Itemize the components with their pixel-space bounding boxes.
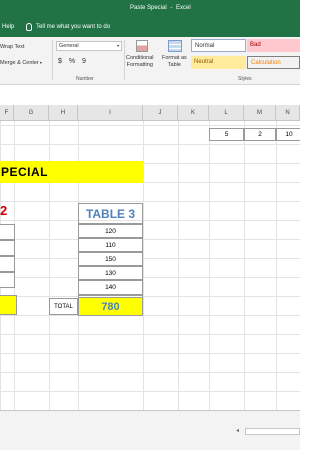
table2-cell[interactable] xyxy=(0,224,15,240)
conditional-formatting-icon[interactable] xyxy=(136,40,148,52)
wrap-text-button[interactable]: Wrap Text xyxy=(0,44,25,50)
table2-cell[interactable] xyxy=(0,272,15,288)
total-label-cell[interactable]: TOTAL xyxy=(49,298,78,315)
total-value-cell[interactable]: 780 xyxy=(78,297,143,316)
app-name: Excel xyxy=(176,5,191,11)
style-neutral[interactable]: Neutral xyxy=(191,56,246,69)
window-title: Paste Special - Excel xyxy=(130,5,191,11)
conditional-formatting-button[interactable]: Conditional Formatting xyxy=(126,55,154,69)
scroll-left-icon[interactable]: ◂ xyxy=(236,427,239,434)
menu-bar: Help Tell me what you want to do xyxy=(0,19,300,37)
column-header[interactable]: K xyxy=(178,105,209,121)
lightbulb-icon xyxy=(26,23,32,31)
table3-cell[interactable]: 140 xyxy=(78,280,143,295)
percent-button[interactable]: % xyxy=(69,58,75,65)
format-as-table-icon[interactable] xyxy=(168,40,182,52)
excel-window: Paste Special - Excel Help Tell me what … xyxy=(0,0,300,450)
tell-me-search[interactable]: Tell me what you want to do xyxy=(26,23,110,31)
style-normal[interactable]: Normal xyxy=(191,39,246,52)
title-bar: Paste Special - Excel xyxy=(0,0,300,19)
ribbon: Wrap Text Merge & Center▾ General ▾ $ % … xyxy=(0,37,300,85)
table3-cell[interactable]: 110 xyxy=(78,238,143,252)
fat-label-line2: Table xyxy=(167,62,181,68)
fat-label-line1: Format as xyxy=(162,55,187,61)
special-title-cell[interactable]: PECIAL xyxy=(0,161,143,183)
currency-button[interactable]: $ xyxy=(58,58,62,65)
number-format-value: General xyxy=(59,43,79,49)
column-header[interactable]: F xyxy=(0,105,14,121)
styles-group-label: Styles xyxy=(238,76,252,82)
cell-m[interactable]: 2 xyxy=(244,128,276,141)
gridline xyxy=(244,121,245,410)
column-headers: F G H I J K L M N xyxy=(0,105,300,121)
number-format-dropdown[interactable]: General ▾ xyxy=(56,41,122,51)
comma-button[interactable]: 9 xyxy=(82,58,86,65)
group-divider xyxy=(124,40,125,80)
worksheet-grid[interactable]: 5 2 10 PECIAL 2 TABLE 3 120 110 150 130 … xyxy=(0,121,300,410)
format-as-table-button[interactable]: Format as Table xyxy=(162,55,187,69)
gridline xyxy=(178,121,179,410)
chevron-down-icon: ▾ xyxy=(39,60,42,65)
special-title: PECIAL xyxy=(1,165,49,179)
group-divider xyxy=(52,40,53,80)
table2-total-cell[interactable] xyxy=(0,295,17,315)
cell-l[interactable]: 5 xyxy=(209,128,244,141)
column-header[interactable]: M xyxy=(244,105,276,121)
column-header[interactable]: N xyxy=(276,105,300,121)
table3-heading[interactable]: TABLE 3 xyxy=(78,203,143,224)
gridline xyxy=(276,121,277,410)
column-header[interactable]: I xyxy=(78,105,143,121)
sheet-tabs-bar: ◂ xyxy=(0,410,300,450)
table3-cell[interactable]: 130 xyxy=(78,266,143,280)
column-header[interactable]: L xyxy=(209,105,244,121)
cf-label-line2: Formatting xyxy=(126,62,153,68)
column-header[interactable]: G xyxy=(14,105,49,121)
gridline xyxy=(209,121,210,410)
merge-center-button[interactable]: Merge & Center▾ xyxy=(0,60,42,66)
merge-center-label: Merge & Center xyxy=(0,60,39,66)
horizontal-scrollbar[interactable] xyxy=(245,428,300,435)
cell-n[interactable]: 10 xyxy=(276,128,300,141)
workbook-name: Paste Special xyxy=(130,5,167,11)
column-header[interactable]: H xyxy=(49,105,78,121)
column-header[interactable]: J xyxy=(143,105,178,121)
cf-label-line1: Conditional xyxy=(126,55,154,61)
style-bad[interactable]: Bad xyxy=(247,39,300,52)
style-calculation[interactable]: Calculation xyxy=(247,56,300,69)
tell-me-label: Tell me what you want to do xyxy=(36,24,111,30)
title-separator: - xyxy=(170,5,173,11)
gridline xyxy=(143,121,144,410)
number-group-label: Number xyxy=(76,76,94,82)
table2-cell[interactable] xyxy=(0,256,15,272)
tab-help[interactable]: Help xyxy=(2,24,14,30)
table2-cell[interactable] xyxy=(0,240,15,256)
table3-cell[interactable]: 150 xyxy=(78,252,143,266)
formula-bar-area xyxy=(0,85,300,105)
number-buttons: $ % 9 xyxy=(58,58,91,65)
chevron-down-icon: ▾ xyxy=(116,43,119,48)
table2-heading: 2 xyxy=(0,203,8,218)
table3-cell[interactable]: 120 xyxy=(78,224,143,238)
